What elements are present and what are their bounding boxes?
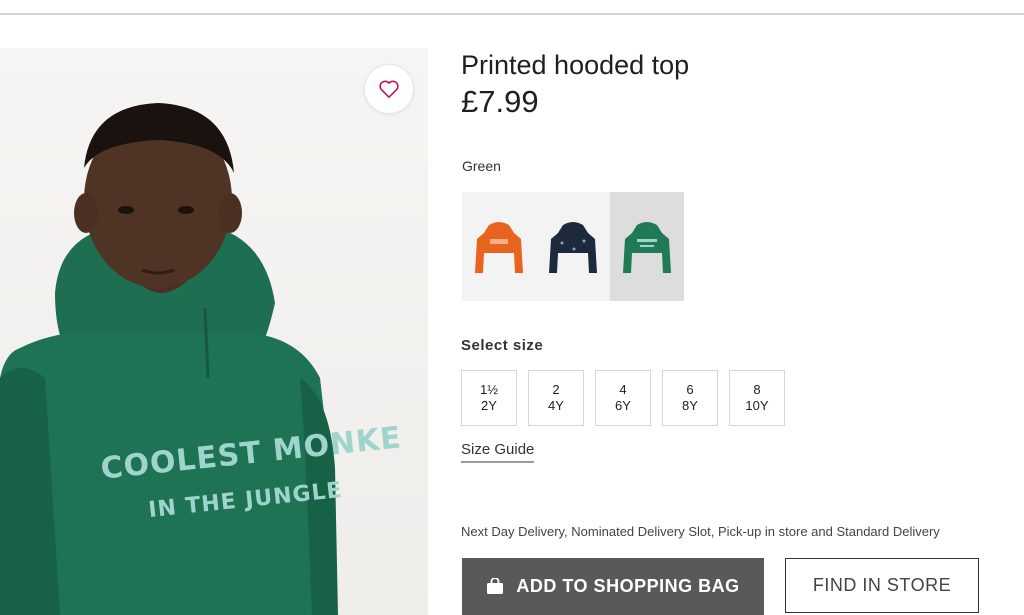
selected-color-label: Green (462, 158, 501, 174)
color-swatch-green[interactable] (610, 192, 684, 301)
size-option-10y[interactable]: 8 10Y (729, 370, 785, 426)
size-age-range: 4 (619, 382, 627, 397)
color-swatch-orange[interactable] (462, 192, 536, 301)
green-hoodie-thumbnail (623, 221, 671, 273)
size-code: 4Y (548, 398, 564, 413)
size-code: 8Y (682, 398, 698, 413)
size-option-8y[interactable]: 6 8Y (662, 370, 718, 426)
product-title: Printed hooded top (461, 50, 690, 80)
size-age-range: 6 (686, 382, 694, 397)
product-price: £7.99 (461, 84, 539, 119)
size-code: 10Y (745, 398, 769, 413)
shopping-bag-icon (487, 578, 504, 594)
orange-hoodie-thumbnail (475, 221, 523, 273)
find-in-store-button[interactable]: FIND IN STORE (785, 558, 979, 613)
find-in-store-label: FIND IN STORE (812, 575, 952, 595)
size-option-4y[interactable]: 2 4Y (528, 370, 584, 426)
color-swatches (462, 192, 684, 301)
favorite-button[interactable] (364, 64, 414, 114)
size-section-label: Select size (461, 337, 544, 354)
heart-icon (379, 80, 399, 98)
add-to-bag-label: ADD TO SHOPPING BAG (516, 576, 740, 596)
color-swatch-dark-blue[interactable] (536, 192, 610, 301)
size-guide-link[interactable]: Size Guide (461, 441, 535, 463)
size-code: 6Y (615, 398, 631, 413)
add-to-bag-button[interactable]: ADD TO SHOPPING BAG (462, 558, 764, 615)
size-age-range: 2 (552, 382, 560, 397)
size-option-6y[interactable]: 4 6Y (595, 370, 651, 426)
product-image[interactable]: COOLEST MONKE IN THE JUNGLE (0, 48, 428, 615)
delivery-info: Next Day Delivery, Nominated Delivery Sl… (461, 524, 940, 539)
model-illustration (0, 103, 338, 615)
size-code: 2Y (481, 398, 497, 413)
header-divider (0, 13, 1024, 15)
size-age-range: 1½ (479, 382, 499, 397)
size-options: 1½ 2Y 2 4Y 4 6Y 6 8Y 8 10Y (461, 370, 785, 426)
dark-blue-hoodie-thumbnail (549, 221, 597, 273)
size-option-2y[interactable]: 1½ 2Y (461, 370, 517, 426)
size-age-range: 8 (753, 382, 761, 397)
